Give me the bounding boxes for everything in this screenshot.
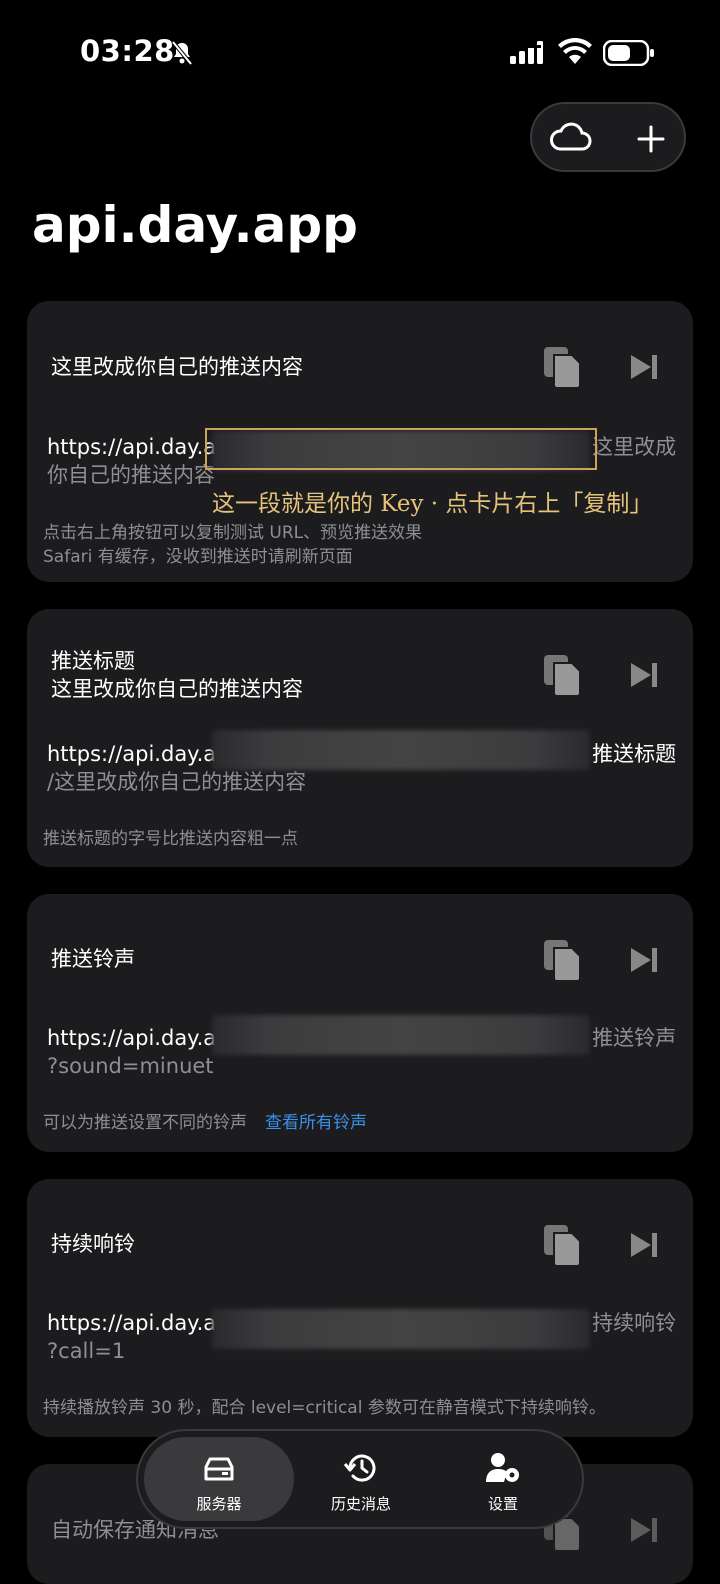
page-title: api.day.app	[32, 196, 358, 254]
tab-settings[interactable]: 设置	[428, 1431, 578, 1527]
key-annotation: 这一段就是你的 Key · 点卡片右上「复制」	[212, 491, 653, 517]
add-server-button[interactable]	[636, 124, 666, 154]
description-text: 可以为推送设置不同的铃声	[43, 1113, 247, 1133]
push-card[interactable]: 持续响铃 https://api.day.a 持续响铃 ?call=1 持续播放铃…	[27, 1179, 693, 1437]
tab-server[interactable]: 服务器	[144, 1437, 294, 1521]
cloud-icon[interactable]	[548, 122, 592, 154]
url-line2: ?call=1	[47, 1339, 126, 1363]
preview-icon[interactable]	[629, 1515, 659, 1545]
server-icon	[204, 1457, 234, 1481]
redacted-key	[212, 730, 590, 770]
url-suffix: 推送标题	[592, 742, 677, 766]
preview-icon[interactable]	[629, 352, 659, 382]
status-time: 03:28	[80, 34, 175, 68]
url-line2: ?sound=minuet	[47, 1054, 214, 1078]
card-description: 点击右上角按钮可以复制测试 URL、预览推送效果 Safari 有缓存，没收到推…	[43, 523, 423, 567]
copy-icon[interactable]	[542, 938, 582, 982]
url-suffix: 推送铃声	[592, 1026, 677, 1050]
url-prefix: https://api.day.a	[47, 1026, 217, 1050]
preview-icon[interactable]	[629, 945, 659, 975]
view-all-sounds-link[interactable]: 查看所有铃声	[265, 1113, 367, 1133]
battery-icon	[603, 40, 654, 66]
redacted-key	[212, 1015, 590, 1055]
toolbar-pill	[530, 102, 686, 172]
tab-history[interactable]: 历史消息	[286, 1431, 436, 1527]
url-prefix: https://api.day.a	[47, 435, 217, 459]
tab-label: 服务器	[196, 1495, 242, 1513]
card-description: 持续播放铃声 30 秒，配合 level=critical 参数可在静音模式下持…	[43, 1398, 606, 1418]
bell-slash-icon	[171, 40, 193, 66]
tab-bar: 服务器 历史消息 设置	[136, 1429, 584, 1529]
tab-label: 设置	[487, 1495, 518, 1513]
key-highlight-box	[205, 428, 597, 470]
url-line2: 你自己的推送内容	[47, 463, 215, 487]
url-prefix: https://api.day.a	[47, 1311, 217, 1335]
card-title: 推送铃声	[51, 947, 135, 971]
card-title: 推送标题 这里改成你自己的推送内容	[51, 649, 303, 701]
card-title: 这里改成你自己的推送内容	[51, 355, 303, 379]
copy-icon[interactable]	[542, 1223, 582, 1267]
copy-icon[interactable]	[542, 653, 582, 697]
url-line2: /这里改成你自己的推送内容	[47, 770, 307, 794]
url-suffix: 这里改成	[592, 435, 677, 459]
status-bar: 03:28	[0, 0, 720, 100]
card-description: 推送标题的字号比推送内容粗一点	[43, 829, 298, 849]
preview-icon[interactable]	[629, 660, 659, 690]
url-prefix: https://api.day.a	[47, 742, 217, 766]
push-card[interactable]: 推送铃声 https://api.day.a 推送铃声 ?sound=minuet…	[27, 894, 693, 1152]
settings-icon	[486, 1453, 519, 1482]
cellular-signal-icon	[510, 41, 543, 64]
copy-icon[interactable]	[542, 345, 582, 389]
wifi-icon	[558, 38, 592, 64]
card-title: 持续响铃	[51, 1232, 135, 1256]
card-description: 可以为推送设置不同的铃声 查看所有铃声	[43, 1111, 367, 1135]
tab-label: 历史消息	[330, 1495, 391, 1513]
history-icon	[343, 1454, 376, 1482]
preview-icon[interactable]	[629, 1230, 659, 1260]
url-suffix: 持续响铃	[592, 1311, 677, 1335]
redacted-key	[212, 1309, 590, 1349]
push-card[interactable]: 推送标题 这里改成你自己的推送内容 https://api.day.a 推送标题 …	[27, 609, 693, 867]
